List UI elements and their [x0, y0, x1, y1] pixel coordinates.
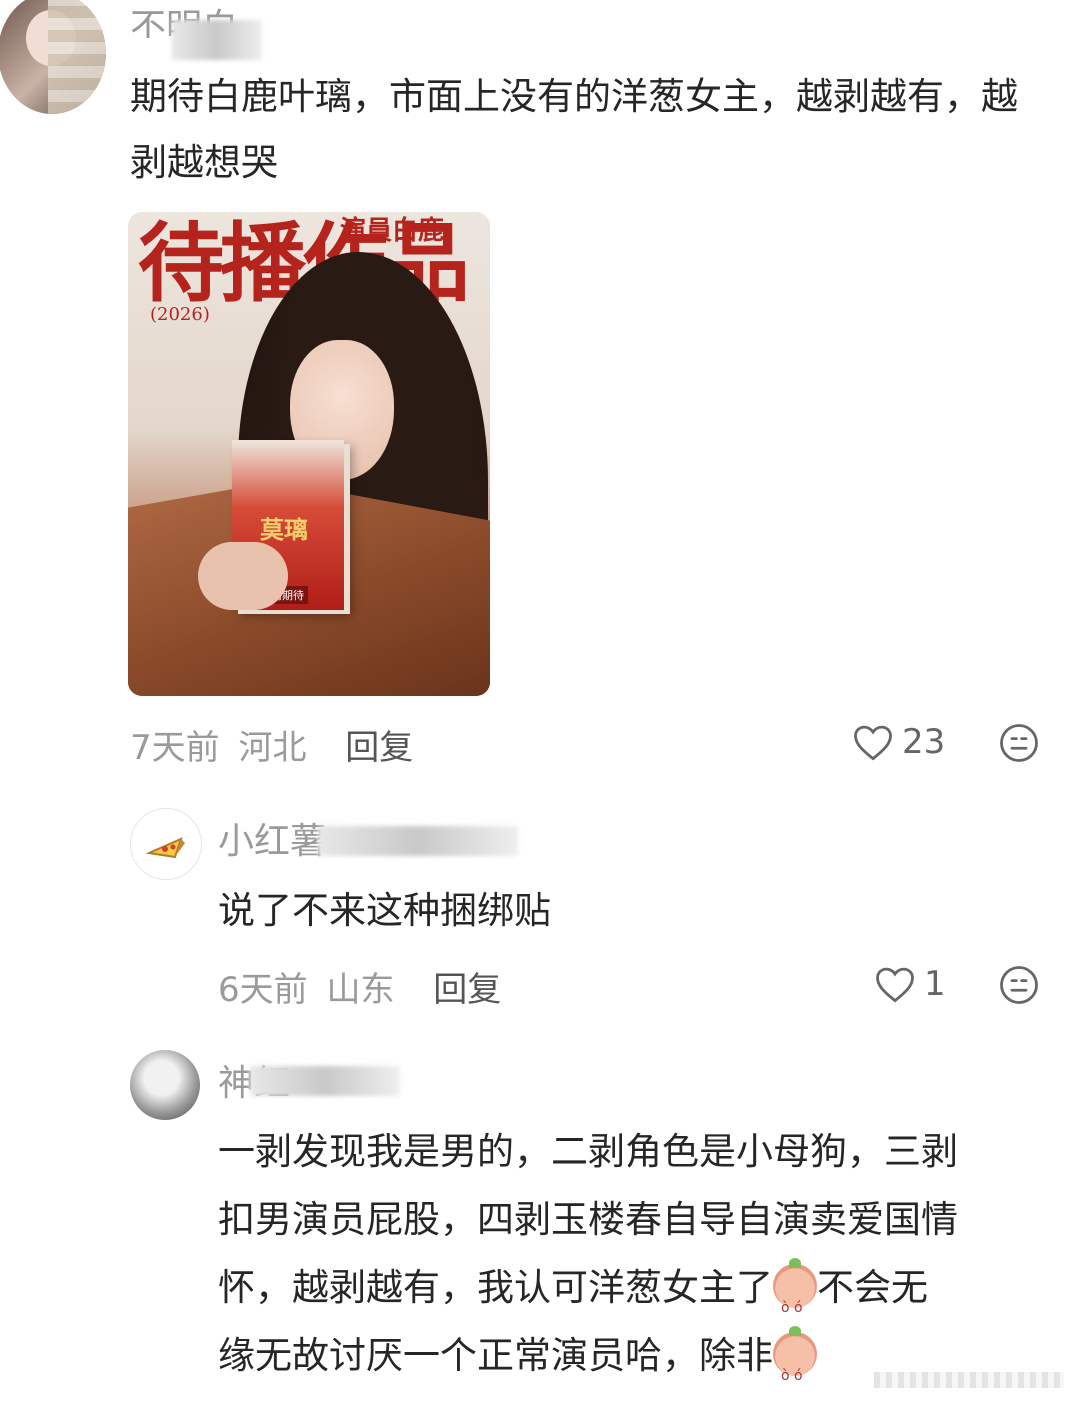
- username-mosaic: [318, 826, 518, 856]
- location: 山东: [326, 970, 395, 1010]
- comment-image[interactable]: 待播作品 演員白鹿 (2026) 莫璃 敬请期待: [128, 212, 490, 696]
- onion-emoji-icon: [773, 1326, 817, 1410]
- reply-button[interactable]: 回复: [345, 728, 413, 768]
- like-count: 1: [924, 964, 946, 1004]
- user-avatar[interactable]: [130, 1050, 200, 1120]
- comment-text: 说了不来这种捆绑贴: [218, 889, 551, 932]
- heart-icon: [854, 725, 892, 761]
- like-button[interactable]: 1: [874, 964, 946, 1004]
- reply-button[interactable]: 回复: [433, 970, 501, 1010]
- portrait-hand: [198, 542, 288, 610]
- like-button[interactable]: 23: [852, 722, 945, 762]
- user-avatar[interactable]: [0, 0, 106, 114]
- timestamp: 7天前: [130, 728, 220, 768]
- magazine-year: (2026): [150, 304, 210, 325]
- user-avatar[interactable]: [130, 808, 202, 880]
- location: 河北: [238, 728, 307, 768]
- timestamp: 6天前: [218, 970, 308, 1010]
- comment-text: 期待白鹿叶璃，市面上没有的洋葱女主，越剥越有，越剥越想哭: [130, 75, 1018, 184]
- username-mosaic: [172, 20, 262, 60]
- username[interactable]: 小红薯: [218, 812, 326, 864]
- emoji-reaction-icon[interactable]: [998, 722, 1040, 764]
- heart-icon: [876, 967, 914, 1003]
- watermark: [874, 1372, 1064, 1388]
- comment-meta: 6天前 山东 回复: [218, 962, 501, 1011]
- username-mosaic: [250, 1066, 400, 1096]
- pizza-avatar-icon: [145, 837, 185, 859]
- magazine-subheadline: 演員白鹿: [340, 216, 445, 246]
- emoji-reaction-icon[interactable]: [998, 964, 1040, 1006]
- onion-emoji-icon: [773, 1258, 817, 1342]
- comment-text: 一剥发现我是男的，二剥角色是小母狗，三剥 扣男演员屁股，四剥玉楼春自导自演卖爱国…: [218, 1118, 1058, 1410]
- comment-meta: 7天前 河北 回复: [130, 720, 413, 769]
- like-count: 23: [902, 722, 946, 762]
